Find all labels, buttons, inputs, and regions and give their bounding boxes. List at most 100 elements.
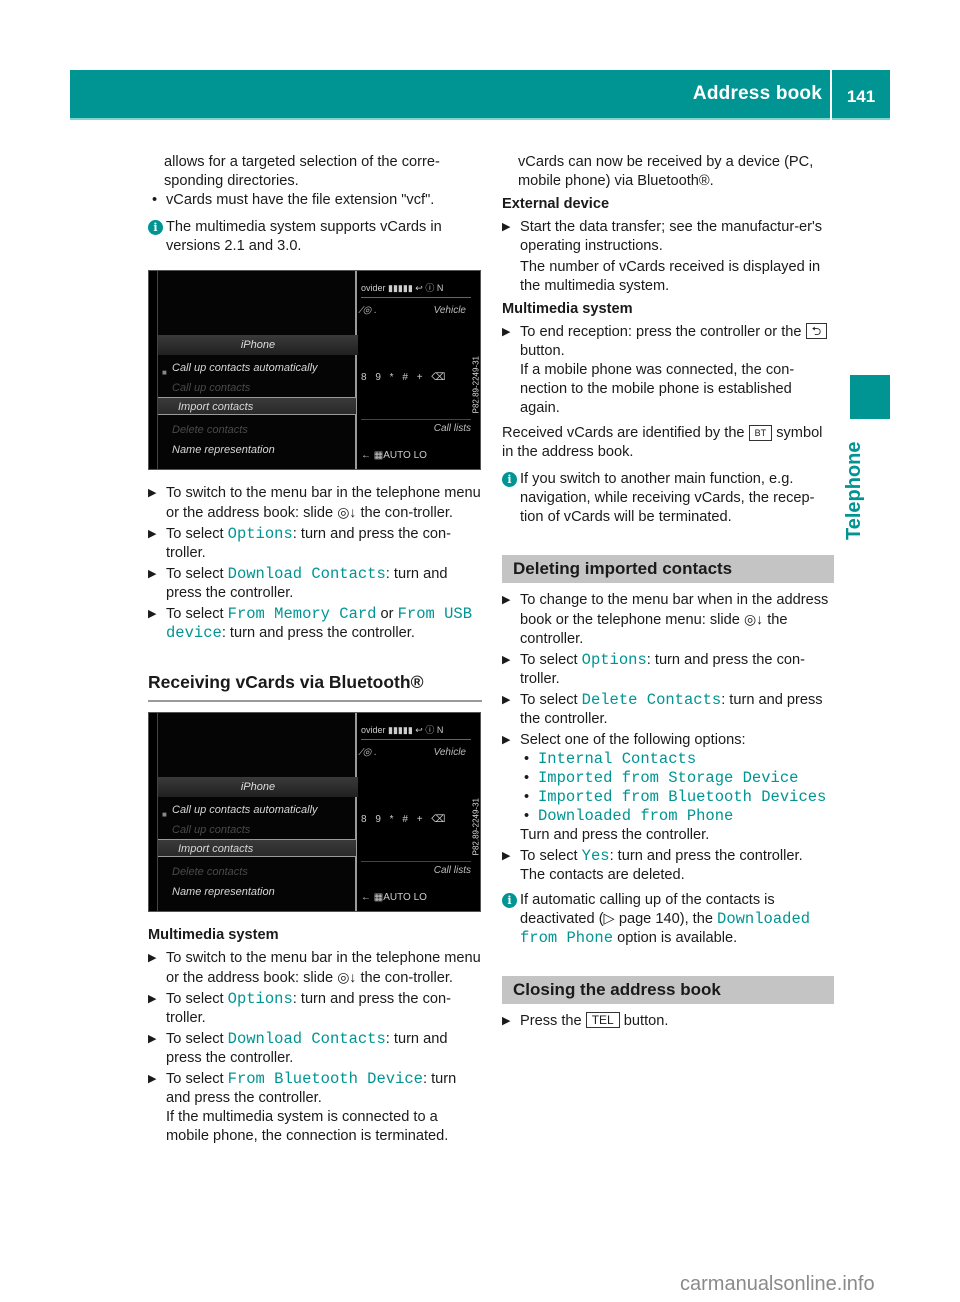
step: Start the data transfer; see the manufac… (502, 218, 834, 256)
section-tab-marker (850, 375, 890, 419)
nav-row: ∕◎ . Vehicle (361, 301, 466, 320)
section-heading-deleting: Deleting imported contacts (502, 555, 834, 583)
nav-partial: ∕◎ . (361, 305, 377, 316)
page-number: 141 (846, 87, 876, 106)
image-code: P82.89-2249-31 (471, 798, 480, 856)
step-text: or (380, 606, 394, 622)
step: To end reception: press the controller o… (502, 323, 834, 418)
keypad-row: 8 9 * # + ⌫ (361, 814, 449, 825)
menu-item-selected: Import contacts (158, 839, 356, 857)
list-item: Imported from Storage Device (520, 769, 834, 788)
paragraph: The number of vCards received is display… (520, 259, 821, 294)
step-text: To select (166, 566, 224, 582)
info-note: i If you switch to another main function… (502, 470, 834, 527)
step-text: the con-troller. (360, 505, 453, 521)
list-item: Internal Contacts (520, 750, 834, 769)
step-text: To select (166, 526, 224, 542)
step-text: To select (520, 848, 578, 864)
menu-item: Delete contacts (172, 424, 248, 436)
paragraph-text: Received vCards are identified by the (502, 425, 745, 441)
step: To select Options: turn and press the co… (502, 651, 834, 689)
step: Press the TEL button. (502, 1012, 834, 1031)
step: To select Delete Contacts: turn and pres… (502, 691, 834, 729)
step-text: To select (166, 1071, 224, 1087)
chapter-title: Address book (692, 83, 822, 104)
menu-option-options: Options (581, 651, 647, 669)
option-imported-bluetooth: Imported from Bluetooth Devices (538, 788, 827, 806)
image-code: P82.89-2249-31 (471, 356, 480, 414)
step-text: button. (623, 1013, 669, 1029)
screenshot-import-contacts-bt: iPhone ■ Call up contacts automatically … (148, 712, 481, 912)
step-text: To select (166, 606, 224, 622)
sub-heading: Multimedia system (148, 927, 279, 943)
nav-row: ∕◎ . Vehicle (361, 743, 466, 762)
menu-option-from-bluetooth-device: From Bluetooth Device (227, 1070, 423, 1088)
bluetooth-contact-symbol-icon: BT (748, 425, 773, 441)
right-column: vCards can now be received by a device (… (502, 153, 834, 1033)
list-item: vCards must have the file extension "vcf… (148, 191, 482, 210)
step-text: Start the data transfer; see the manufac… (520, 219, 823, 254)
call-lists-label: Call lists (433, 423, 471, 434)
step-text: To select (166, 991, 224, 1007)
step: To select Options: turn and press the co… (148, 990, 482, 1028)
status-bar: ovider ▮▮▮▮▮ ↩ ⓘ N (361, 725, 444, 735)
step-text: To end reception: press the controller o… (520, 324, 802, 340)
step-text: button. (520, 343, 565, 359)
menu-option-delete-contacts: Delete Contacts (581, 691, 722, 709)
info-icon: i (148, 220, 163, 235)
call-lists-row: Call lists (361, 419, 471, 437)
call-lists-row: Call lists (361, 861, 471, 879)
info-note: i If automatic calling up of the contact… (502, 891, 834, 948)
status-bar: ovider ▮▮▮▮▮ ↩ ⓘ N (361, 283, 444, 293)
sub-heading: External device (502, 196, 610, 212)
controller-slide-icon: ◎↓ (337, 969, 357, 985)
step-text: : turn and press the controller. (221, 625, 415, 641)
step-text: To select (166, 1031, 224, 1047)
climate-row: ← ▦AUTO LO (361, 892, 427, 903)
info-icon: i (502, 472, 517, 487)
step-result-text: The contacts are deleted. (520, 867, 685, 883)
step: Select one of the following options: Int… (502, 731, 834, 845)
call-lists-label: Call lists (433, 865, 471, 876)
step-text: To select (520, 692, 578, 708)
options-menu: iPhone ■ Call up contacts automatically … (157, 271, 358, 469)
step: To change to the menu bar when in the ad… (502, 591, 834, 649)
menu-title: iPhone (158, 777, 358, 797)
step: To select Yes: turn and press the contro… (502, 847, 834, 885)
section-heading: Receiving vCards via Bluetooth® (148, 673, 482, 702)
step: To select Download Contacts: turn and pr… (148, 565, 482, 603)
menu-item: Call up contacts (172, 824, 251, 836)
step-text: To select (520, 652, 578, 668)
note-text: option is available. (617, 930, 738, 946)
vehicle-label: Vehicle (433, 747, 466, 758)
step-result-text: If a mobile phone was connected, the con… (520, 362, 795, 416)
sub-heading: Multimedia system (502, 301, 633, 317)
menu-title: iPhone (158, 335, 358, 355)
step: To switch to the menu bar in the telepho… (148, 484, 482, 523)
tel-button-icon: TEL (585, 1012, 620, 1028)
note-text: If you switch to another main function, … (520, 471, 815, 525)
option-downloaded-phone: Downloaded from Phone (538, 807, 734, 825)
step-text: : turn and press the controller. (609, 848, 803, 864)
menu-item: Name representation (172, 886, 275, 898)
back-button-icon: ⮌ (805, 323, 828, 339)
checkbox-icon: ■ (162, 810, 167, 819)
menu-option-options: Options (227, 990, 293, 1008)
note-text: The multimedia system supports vCards in… (166, 219, 442, 254)
menu-option-from-memory-card: From Memory Card (227, 605, 377, 623)
nav-partial: ∕◎ . (361, 747, 377, 758)
menu-option-download-contacts: Download Contacts (227, 565, 386, 583)
paragraph: vCards can now be received by a device (… (518, 154, 814, 189)
phone-panel: ovider ▮▮▮▮▮ ↩ ⓘ N ∕◎ . Vehicle 8 9 * # +… (361, 271, 480, 469)
menu-item: Call up contacts automatically (172, 362, 318, 374)
menu-item-selected: Import contacts (158, 397, 356, 415)
paragraph: Received vCards are identified by the BT… (502, 424, 834, 462)
section-heading-closing: Closing the address book (502, 976, 834, 1004)
menu-option-options: Options (227, 525, 293, 543)
keypad-row: 8 9 * # + ⌫ (361, 372, 449, 383)
step: To select Options: turn and press the co… (148, 525, 482, 563)
phone-panel: ovider ▮▮▮▮▮ ↩ ⓘ N ∕◎ . Vehicle 8 9 * # +… (361, 713, 480, 911)
list-item: Downloaded from Phone (520, 807, 834, 826)
list-item: Imported from Bluetooth Devices (520, 788, 834, 807)
option-internal-contacts: Internal Contacts (538, 750, 697, 768)
